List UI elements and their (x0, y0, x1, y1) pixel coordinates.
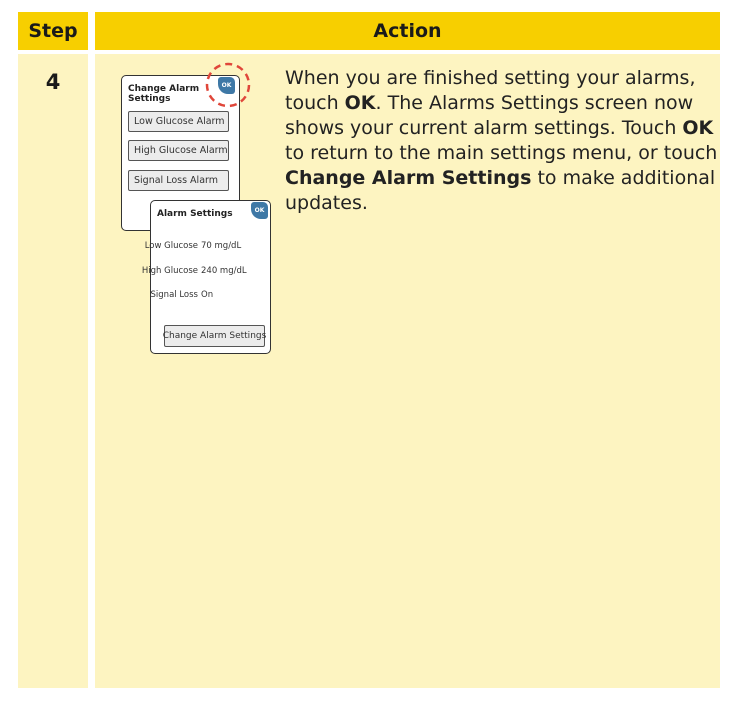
screen-title-line1: Change Alarm (128, 84, 200, 94)
step-header: Step (18, 12, 88, 50)
row-label: Signal Loss (150, 290, 198, 300)
row-label: High Glucose (141, 266, 198, 276)
action-header: Action (95, 12, 720, 50)
alarm-settings-screen: Alarm Settings OK Low Glucose 70 mg/dL H… (142, 200, 271, 354)
ok-button[interactable]: OK (251, 202, 268, 219)
step-column (18, 54, 88, 688)
change-alarm-settings-button[interactable]: Change Alarm Settings (163, 325, 266, 347)
alarm-settings-title: Alarm Settings (157, 209, 233, 219)
instruction-bold-ok: OK (682, 117, 714, 139)
screen-title: Change Alarm Settings (128, 84, 199, 104)
instruction-text: When you are finished setting your alarm… (285, 66, 725, 216)
row-value: 240 mg/dL (201, 266, 247, 276)
screen-title-line2: Settings (128, 94, 171, 104)
instruction-bold-change-settings: Change Alarm Settings (285, 167, 532, 189)
row-value: 70 mg/dL (201, 241, 242, 251)
high-glucose-alarm-button[interactable]: High Glucose Alarm (128, 140, 229, 161)
step-number: 4 (45, 70, 61, 94)
row-value: On (201, 290, 214, 300)
signal-loss-alarm-button[interactable]: Signal Loss Alarm (128, 170, 229, 191)
low-glucose-alarm-button[interactable]: Low Glucose Alarm (128, 111, 229, 132)
ok-highlight-circle (205, 62, 251, 108)
step-header-label: Step (28, 20, 78, 42)
row-label: Low Glucose (144, 241, 198, 251)
action-header-label: Action (373, 20, 442, 42)
instruction-part: to return to the main settings menu, or … (285, 142, 718, 164)
instruction-bold-ok: OK (344, 92, 376, 114)
